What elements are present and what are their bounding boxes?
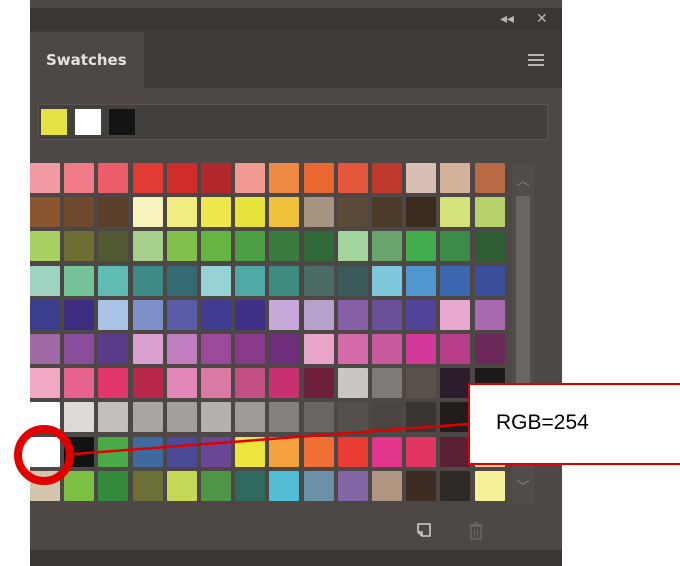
callout-label: RGB=254	[496, 411, 589, 434]
callout-line	[73, 422, 469, 456]
highlight-circle	[14, 425, 74, 485]
annotation-overlay	[14, 422, 469, 485]
callout-box: RGB=254	[468, 383, 680, 465]
